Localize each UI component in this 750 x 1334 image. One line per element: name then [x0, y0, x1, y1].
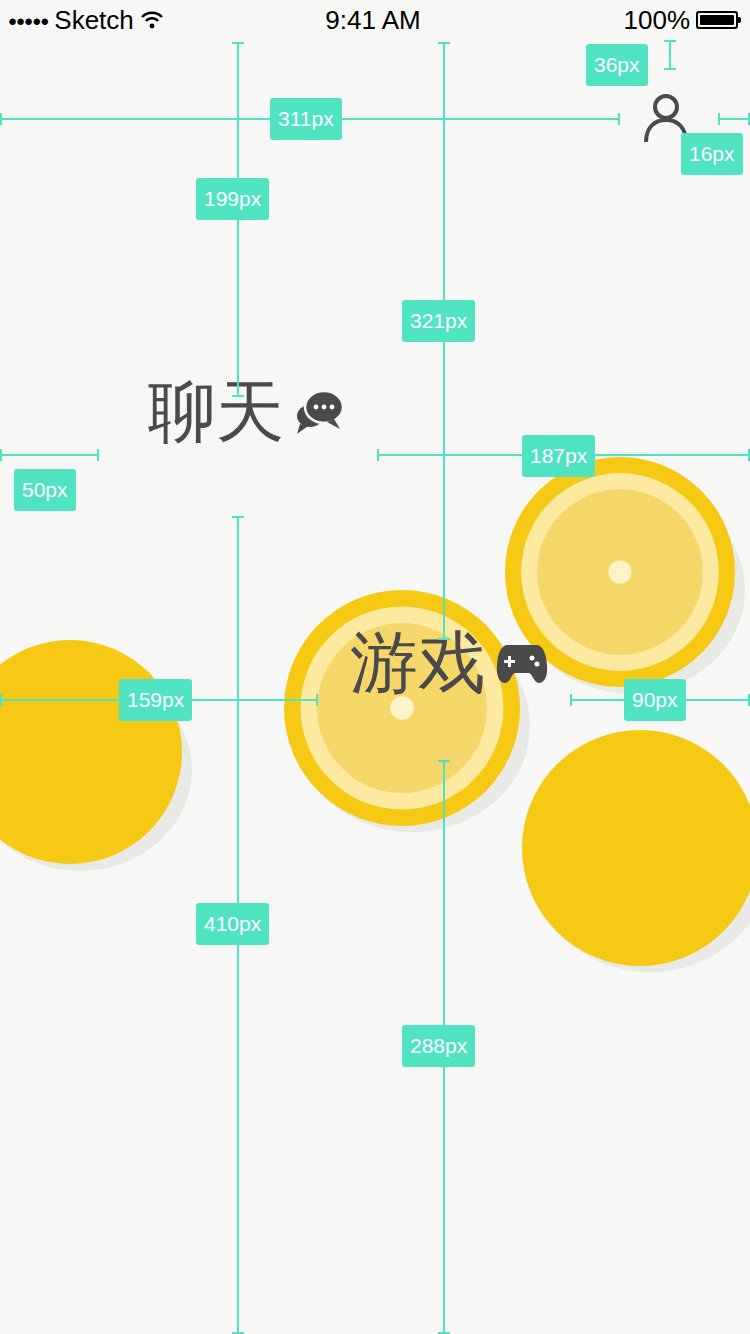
battery-fill — [700, 15, 734, 25]
measure-label: 410px — [196, 903, 269, 945]
chat-bubbles-icon — [294, 388, 346, 436]
measure-label: 199px — [196, 178, 269, 220]
screen: ●●●●● Sketch 9:41 AM 100% 聊天游戏 36px 311px 16px 1… — [0, 0, 750, 1334]
status-left: ●●●●● Sketch — [8, 5, 208, 36]
measure-label: 36px — [586, 44, 648, 86]
measure-label: 16px — [681, 133, 743, 175]
measure-label: 159px — [119, 679, 192, 721]
measure-line — [718, 118, 750, 120]
battery-icon — [696, 11, 738, 29]
status-bar: ●●●●● Sketch 9:41 AM 100% — [0, 0, 750, 40]
wifi-icon — [140, 11, 164, 29]
measure-line — [0, 454, 99, 456]
signal-dots: ●●●●● — [8, 12, 48, 29]
measure-label: 288px — [402, 1025, 475, 1067]
status-time: 9:41 AM — [325, 5, 420, 36]
battery-percent: 100% — [624, 5, 691, 36]
measure-label: 321px — [402, 300, 475, 342]
chat-menu-item[interactable]: 聊天 — [0, 374, 750, 450]
measure-label: 311px — [270, 98, 342, 140]
measure-label: 187px — [522, 435, 595, 477]
content: ●●●●● Sketch 9:41 AM 100% 聊天游戏 — [0, 0, 750, 701]
carrier: Sketch — [54, 5, 134, 36]
status-right: 100% — [538, 5, 738, 36]
menu-label: 游戏 — [350, 625, 486, 701]
measure-label: 90px — [624, 679, 686, 721]
lemon-left — [0, 640, 192, 871]
lemon-right — [522, 730, 750, 972]
gamepad-icon — [496, 641, 548, 685]
measure-line — [669, 40, 671, 70]
measure-label: 50px — [14, 469, 76, 511]
lemon-half-center — [284, 590, 530, 832]
menu-label: 聊天 — [148, 374, 284, 450]
